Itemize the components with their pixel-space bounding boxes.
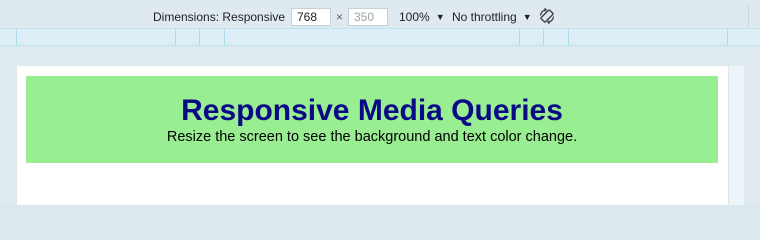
rotate-button[interactable] [538,7,556,25]
throttling-dropdown[interactable]: No throttling ▼ [452,8,532,26]
media-query-marker[interactable] [175,29,176,45]
throttling-label: No throttling [452,10,517,24]
media-query-marker[interactable] [16,29,17,45]
media-query-marker[interactable] [199,29,200,45]
page-subtext: Resize the screen to see the background … [166,129,578,145]
media-query-marker[interactable] [543,29,544,45]
page-title: Responsive Media Queries [181,94,563,127]
chevron-down-icon: ▼ [522,12,532,22]
width-input[interactable]: 768 [291,8,331,26]
rotate-icon [539,7,555,25]
height-input[interactable]: 350 [348,8,388,26]
media-query-marker[interactable] [519,29,520,45]
media-query-bar[interactable] [0,28,760,46]
media-query-marker[interactable] [727,29,728,45]
resize-handle[interactable] [728,66,744,205]
hero-banner: Responsive Media Queries Resize the scre… [26,76,718,163]
times-icon: × [336,10,344,24]
zoom-dropdown[interactable]: 100% ▼ [399,8,445,26]
dimensions-dropdown[interactable]: Dimensions: Responsive▼ [153,8,300,26]
zoom-label: 100% [399,10,430,24]
toolbar-edge [748,4,760,30]
chevron-down-icon: ▼ [435,12,445,22]
dimensions-label: Dimensions: Responsive [153,10,286,24]
media-query-marker[interactable] [224,29,225,45]
media-query-marker[interactable] [568,29,569,45]
